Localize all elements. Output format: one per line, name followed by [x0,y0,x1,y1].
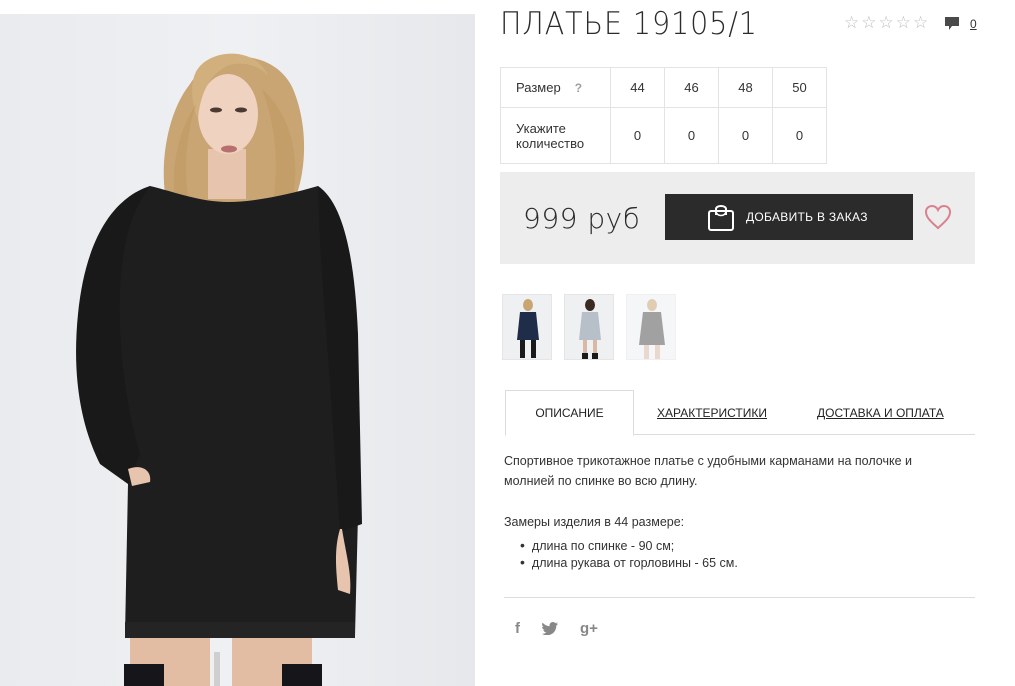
description-text: Спортивное трикотажное платье с удобными… [504,454,912,488]
size-header: 50 [772,67,827,108]
star-icon[interactable]: ☆ [913,14,928,32]
divider [504,597,975,598]
rating-stars[interactable]: ☆ ☆ ☆ ☆ ☆ [844,14,928,32]
star-icon[interactable]: ☆ [896,14,911,32]
product-title: ПЛАТЬЕ 19105/1 [500,6,758,42]
product-tabs: ОПИСАНИЕ ХАРАКТЕРИСТИКИ ДОСТАВКА И ОПЛАТ… [505,390,975,436]
size-header: 44 [610,67,665,108]
comments-link[interactable]: 0 [944,16,977,31]
star-icon[interactable]: ☆ [844,14,859,32]
twitter-icon[interactable] [542,622,558,635]
thumbnail-grey[interactable] [564,294,614,360]
quantity-input[interactable]: 0 [610,107,665,164]
star-icon[interactable]: ☆ [879,14,894,32]
star-icon[interactable]: ☆ [861,14,876,32]
quantity-input[interactable]: 0 [772,107,827,164]
size-label-cell: Размер? [500,67,611,108]
shopping-bag-icon [708,205,734,231]
comment-count[interactable]: 0 [970,17,977,31]
google-plus-icon[interactable]: g+ [580,620,598,637]
quantity-input[interactable]: 0 [718,107,773,164]
quantity-input[interactable]: 0 [664,107,719,164]
measurements-title: Замеры изделия в 44 размере: [504,515,685,529]
heart-icon[interactable] [924,204,952,230]
add-to-order-label: ДОБАВИТЬ В ЗАКАЗ [746,210,868,224]
measurements-list: длина по спинке - 90 см; длина рукава от… [520,537,738,571]
add-to-order-button[interactable]: ДОБАВИТЬ В ЗАКАЗ [665,194,913,240]
tab-delivery-payment[interactable]: ДОСТАВКА И ОПЛАТА [817,390,944,435]
size-header: 48 [718,67,773,108]
size-help-icon[interactable]: ? [575,81,582,95]
buy-box: 999 руб ДОБАВИТЬ В ЗАКАЗ [500,172,975,264]
size-label: Размер [516,80,561,95]
quantity-label: Укажите количество [500,107,611,164]
product-main-photo[interactable] [0,14,475,686]
price: 999 руб [523,202,641,235]
list-item: длина по спинке - 90 см; [520,537,738,554]
tab-description[interactable]: ОПИСАНИЕ [505,390,634,436]
social-share: f g+ [515,620,598,637]
comment-icon [945,17,959,30]
size-quantity-table: Размер? 44 46 48 50 Укажите количество 0… [500,67,827,164]
facebook-icon[interactable]: f [515,620,520,637]
tab-characteristics[interactable]: ХАРАКТЕРИСТИКИ [657,390,767,435]
color-thumbnails [502,294,676,360]
thumbnail-navy[interactable] [502,294,552,360]
size-header: 46 [664,67,719,108]
list-item: длина рукава от горловины - 65 см. [520,554,738,571]
thumbnail-charcoal[interactable] [626,294,676,360]
